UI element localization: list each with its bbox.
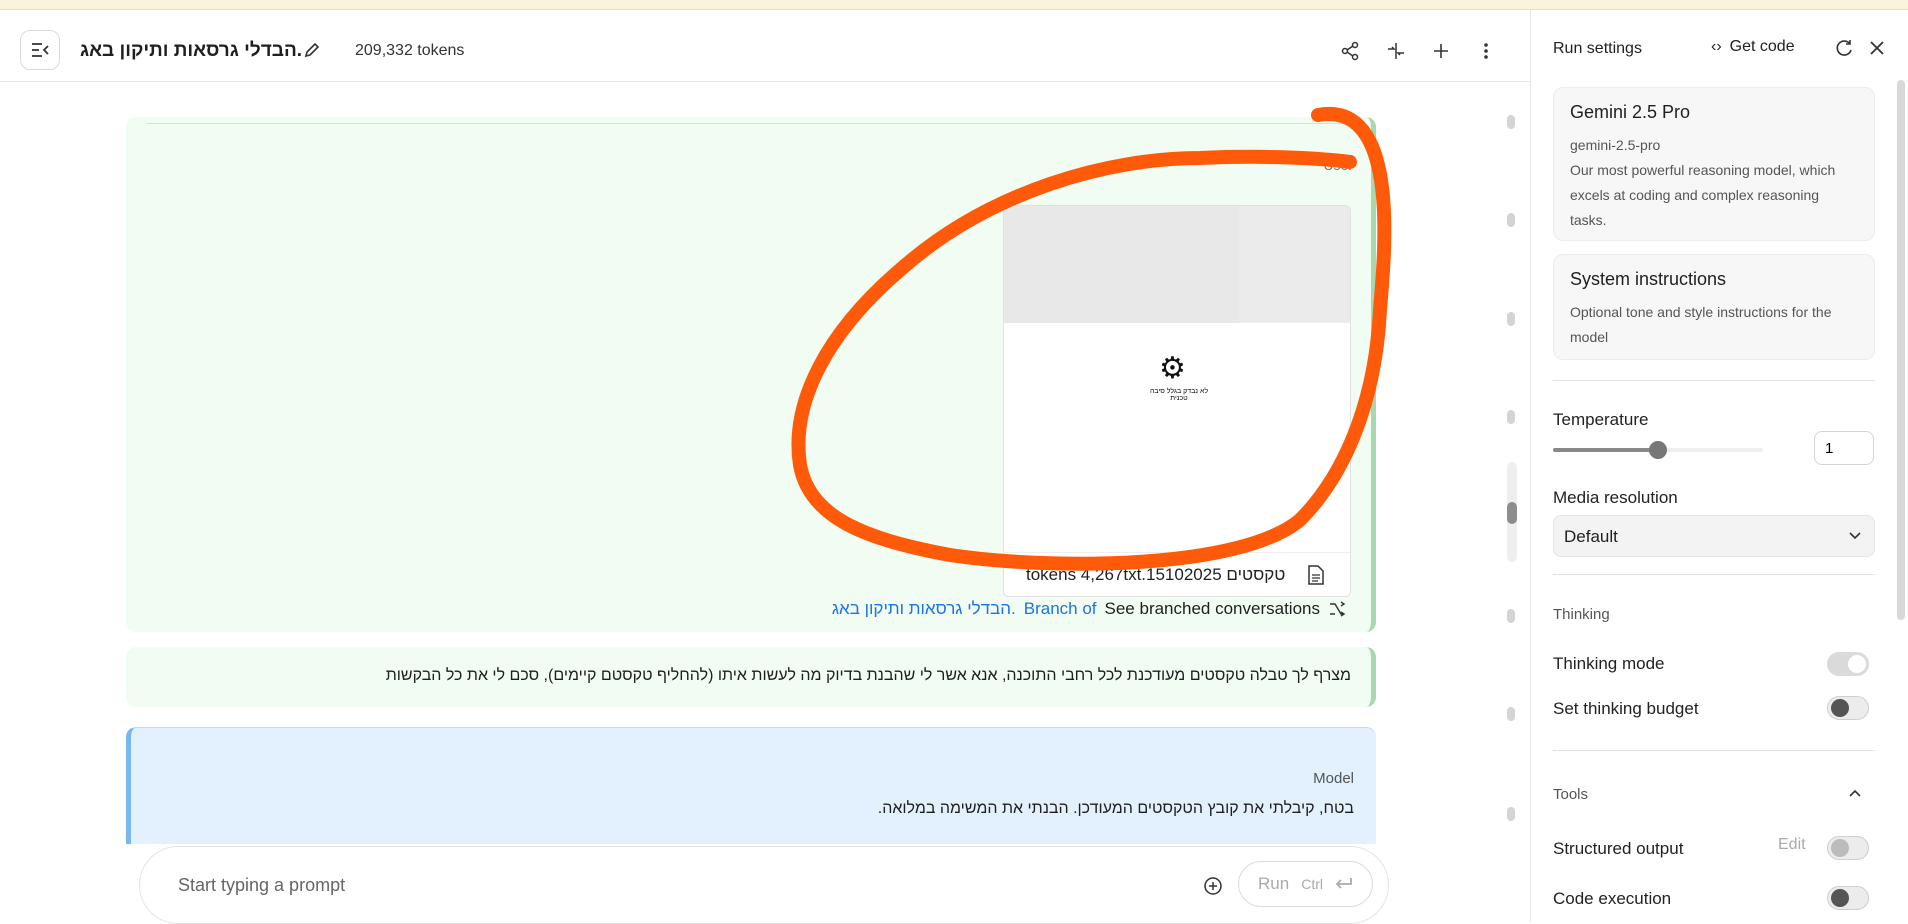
scroll-marker[interactable] <box>1507 312 1515 326</box>
get-code-button[interactable]: ‹› Get code <box>1711 38 1795 56</box>
browser-bookmark-strip <box>0 0 1908 10</box>
user-message-card-2: מצרף לך טבלה טקסטים מעודכנת לכל רחבי התו… <box>126 647 1376 707</box>
page-title: הבדלי גרסאות ותיקון באג. <box>80 40 303 61</box>
token-count: 209,332 tokens <box>355 42 465 59</box>
attachment-thumbnail-band <box>1239 206 1350 323</box>
compare-arrows-icon <box>1388 43 1404 59</box>
run-settings-panel: Run settings ‹› Get code Gemini 2.5 Pro … <box>1530 10 1908 922</box>
code-execution-label: Code execution <box>1553 889 1672 908</box>
structured-output-label: Structured output <box>1553 839 1684 858</box>
chat-scrollbar-thumb[interactable] <box>1507 502 1517 524</box>
scroll-marker[interactable] <box>1507 213 1515 227</box>
branch-prefix: See branched conversations <box>1104 599 1320 618</box>
run-shortcut: Ctrl <box>1301 876 1323 892</box>
plus-icon <box>1434 44 1448 58</box>
model-name: Gemini 2.5 Pro <box>1570 102 1691 122</box>
menu-collapse-icon <box>32 43 49 57</box>
role-label: Model <box>1313 770 1354 787</box>
media-resolution-select[interactable]: Default <box>1553 515 1875 557</box>
user-message-card: User ⚙ לא נבדק בגלל סיבה טכנית tokens 4,… <box>126 117 1376 632</box>
edit-title-button[interactable] <box>300 38 324 62</box>
card-top-border <box>146 123 1351 124</box>
divider <box>1553 574 1875 575</box>
thinking-budget-label: Set thinking budget <box>1553 699 1699 718</box>
system-instructions-card[interactable]: System instructions Optional tone and st… <box>1553 254 1875 360</box>
prompt-box: Run Ctrl <box>139 846 1389 924</box>
temperature-input[interactable] <box>1814 431 1874 465</box>
file-attachment[interactable]: ⚙ לא נבדק בגלל סיבה טכנית tokens 4,267tx… <box>1003 205 1351 597</box>
thumbnail-caption: לא נבדק בגלל סיבה טכנית <box>1149 388 1209 402</box>
new-chat-button[interactable] <box>1428 38 1454 64</box>
temperature-label: Temperature <box>1553 410 1649 429</box>
thinking-section-label: Thinking <box>1553 606 1610 623</box>
media-resolution-label: Media resolution <box>1553 488 1678 507</box>
reset-settings-button[interactable] <box>1833 36 1857 60</box>
structured-output-edit-link[interactable]: Edit <box>1778 836 1806 854</box>
chat-header: הבדלי גרסאות ותיקון באג. 209,332 tokens <box>0 10 1530 82</box>
code-execution-toggle[interactable] <box>1827 886 1869 910</box>
role-label: User <box>1323 157 1353 173</box>
chevron-down-icon <box>1849 532 1861 540</box>
model-message-text: בטח, קיבלתי את קובץ הטקסטים המעודכן. הבנ… <box>877 800 1354 817</box>
document-icon <box>1308 565 1324 585</box>
scroll-marker[interactable] <box>1507 115 1515 129</box>
close-icon <box>1870 41 1884 55</box>
media-resolution-value: Default <box>1564 527 1618 546</box>
user-message-text: מצרף לך טבלה טקסטים מעודכנת לכל רחבי התו… <box>385 667 1351 684</box>
compare-button[interactable] <box>1383 38 1409 64</box>
get-code-label: Get code <box>1729 38 1795 55</box>
more-options-button[interactable] <box>1473 38 1499 64</box>
chat-area: User ⚙ לא נבדק בגלל סיבה טכנית tokens 4,… <box>0 82 1530 844</box>
model-message-card: Model בטח, קיבלתי את קובץ הטקסטים המעודכ… <box>126 727 1376 844</box>
structured-output-toggle[interactable] <box>1827 836 1869 860</box>
system-instructions-title: System instructions <box>1570 269 1727 289</box>
app-root: הבדלי גרסאות ותיקון באג. 209,332 tokens … <box>0 10 1908 924</box>
more-vert-icon <box>1484 43 1488 59</box>
enter-key-icon <box>1335 878 1352 889</box>
thinking-mode-label: Thinking mode <box>1553 654 1665 673</box>
add-media-button[interactable] <box>1200 873 1226 899</box>
panel-title: Run settings <box>1553 40 1642 57</box>
branch-link-prefix[interactable]: Branch of <box>1024 599 1097 619</box>
model-selector-card[interactable]: Gemini 2.5 Pro gemini-2.5-pro Our most p… <box>1553 87 1875 241</box>
chevron-up-icon <box>1849 789 1861 797</box>
prompt-input[interactable] <box>178 867 1078 903</box>
branch-link-title[interactable]: הבדלי גרסאות ותיקון באג. <box>832 599 1016 619</box>
attachment-filename: tokens 4,267txt.15102025 טקסטים <box>1026 565 1286 584</box>
system-instructions-description: Optional tone and style instructions for… <box>1570 304 1832 345</box>
pencil-icon <box>304 42 320 58</box>
scroll-marker[interactable] <box>1507 609 1515 623</box>
temperature-slider-thumb[interactable] <box>1649 441 1667 459</box>
add-circle-icon <box>1204 877 1222 895</box>
divider <box>1553 750 1875 751</box>
model-description: Our most powerful reasoning model, which… <box>1570 162 1836 228</box>
thinking-mode-toggle[interactable] <box>1827 652 1869 676</box>
tools-section-label: Tools <box>1553 786 1589 803</box>
toggle-sidebar-button[interactable] <box>20 30 60 70</box>
share-icon <box>1341 41 1359 61</box>
gears-icon: ⚙ <box>1159 352 1186 385</box>
scroll-marker[interactable] <box>1507 807 1515 821</box>
tools-collapse-button[interactable] <box>1843 782 1867 806</box>
model-id: gemini-2.5-pro <box>1570 137 1661 153</box>
reset-icon <box>1836 40 1852 56</box>
code-brackets-icon: ‹› <box>1711 38 1722 55</box>
temperature-slider-fill <box>1553 448 1658 452</box>
scroll-marker[interactable] <box>1507 707 1515 721</box>
branch-info: הבדלי גרסאות ותיקון באג. Branch of See b… <box>832 599 1346 619</box>
panel-scrollbar[interactable] <box>1897 80 1905 620</box>
divider <box>1553 380 1875 381</box>
scroll-marker[interactable] <box>1507 410 1515 424</box>
run-button[interactable]: Run Ctrl <box>1238 861 1373 907</box>
branch-icon <box>1330 601 1346 617</box>
close-panel-button[interactable] <box>1865 36 1889 60</box>
run-label: Run <box>1258 874 1290 893</box>
attachment-footer: tokens 4,267txt.15102025 טקסטים <box>1004 552 1350 596</box>
share-button[interactable] <box>1337 38 1363 64</box>
thinking-budget-toggle[interactable] <box>1827 696 1869 720</box>
